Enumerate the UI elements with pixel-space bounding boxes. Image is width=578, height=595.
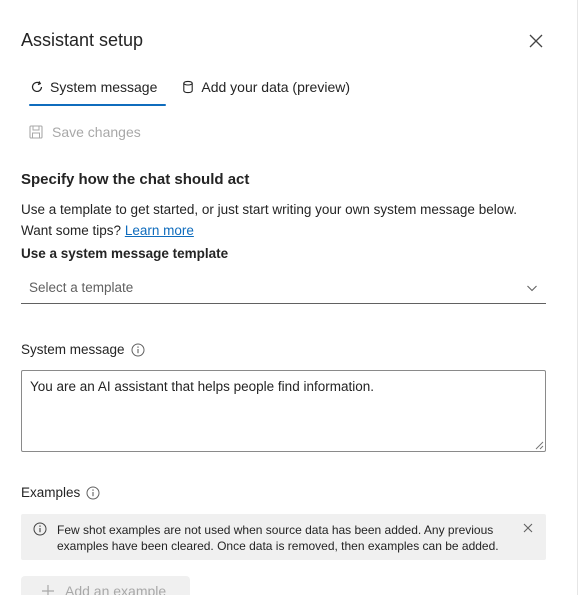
section-description: Use a template to get started, or just s… bbox=[21, 199, 546, 241]
template-dropdown[interactable]: Select a template bbox=[21, 272, 546, 304]
tab-system-message[interactable]: System message bbox=[21, 74, 167, 106]
refresh-icon bbox=[31, 81, 43, 93]
save-changes-label: Save changes bbox=[52, 124, 141, 140]
learn-more-link[interactable]: Learn more bbox=[125, 223, 194, 238]
examples-label: Examples bbox=[21, 485, 100, 500]
system-message-label-text: System message bbox=[21, 342, 125, 357]
examples-label-text: Examples bbox=[21, 485, 81, 500]
close-button[interactable] bbox=[526, 31, 546, 51]
tab-list: System message Add your data (preview) bbox=[21, 74, 359, 106]
plus-icon bbox=[42, 585, 54, 595]
examples-notice-banner: Few shot examples are not used when sour… bbox=[21, 514, 546, 560]
resize-grip-icon[interactable] bbox=[534, 440, 544, 450]
system-message-label: System message bbox=[21, 342, 145, 357]
tab-add-your-data[interactable]: Add your data (preview) bbox=[172, 74, 359, 100]
info-icon[interactable] bbox=[131, 343, 145, 357]
info-icon bbox=[33, 522, 47, 536]
tab-label: System message bbox=[50, 79, 158, 95]
system-message-value: You are an AI assistant that helps peopl… bbox=[30, 379, 374, 394]
tab-label: Add your data (preview) bbox=[201, 79, 351, 95]
add-example-button[interactable]: Add an example bbox=[21, 576, 190, 595]
close-icon bbox=[529, 34, 543, 48]
dismiss-icon[interactable] bbox=[522, 522, 534, 534]
save-changes-button[interactable]: Save changes bbox=[29, 124, 141, 140]
template-placeholder: Select a template bbox=[29, 280, 134, 295]
system-message-textarea[interactable]: You are an AI assistant that helps peopl… bbox=[21, 370, 546, 452]
chevron-down-icon bbox=[527, 285, 537, 292]
notice-text: Few shot examples are not used when sour… bbox=[57, 523, 499, 553]
database-icon bbox=[183, 80, 194, 94]
panel-title: Assistant setup bbox=[21, 30, 144, 50]
assistant-setup-panel: Assistant setup System message Add your … bbox=[0, 0, 578, 595]
info-icon[interactable] bbox=[86, 486, 100, 500]
add-example-label: Add an example bbox=[65, 583, 167, 595]
section-title: Specify how the chat should act bbox=[21, 171, 250, 188]
template-label: Use a system message template bbox=[21, 246, 229, 261]
save-icon bbox=[29, 125, 43, 139]
description-text: Use a template to get started, or just s… bbox=[21, 202, 517, 238]
